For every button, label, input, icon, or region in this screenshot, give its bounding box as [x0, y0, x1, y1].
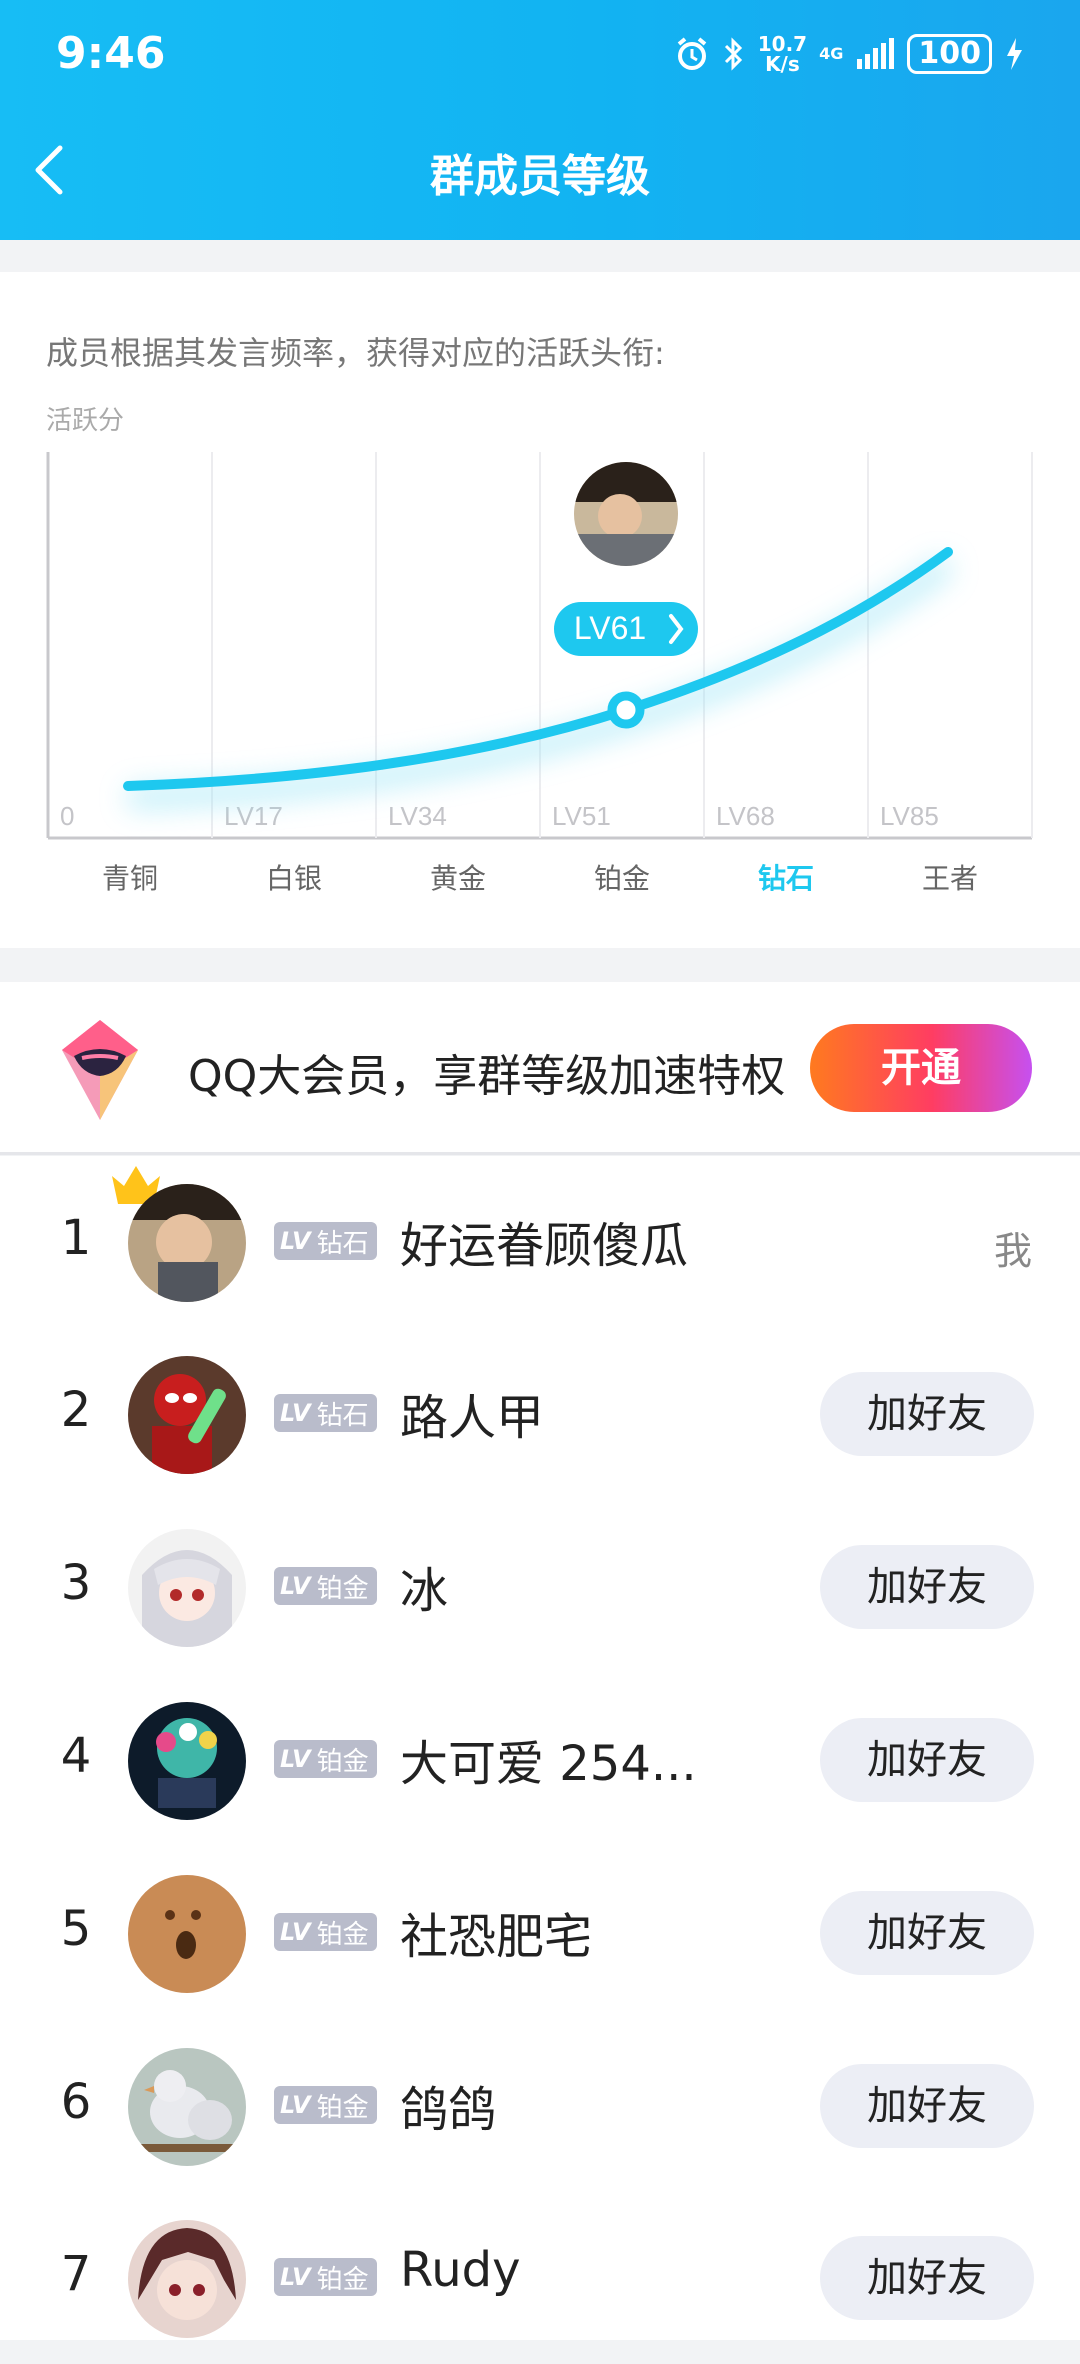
page-title: 群成员等级	[430, 151, 650, 202]
member-row[interactable]: 2 LV 钻石 路人甲 加好友	[0, 1328, 1080, 1500]
chart-threshold-label: LV17	[224, 801, 283, 831]
member-rank: 1	[60, 1210, 92, 1266]
avatar	[128, 1184, 246, 1302]
member-row[interactable]: 5 LV 铂金 社恐肥宅 加好友	[0, 1847, 1080, 2019]
chart-tier-label: 黄金	[430, 863, 486, 894]
avatar	[128, 1356, 246, 1474]
member-name: 大可爱 254...	[400, 1736, 697, 1792]
header-bar: 9:46 10.7 K/s 4G 100 群成员等级	[0, 0, 1080, 240]
vip-diamond-icon	[62, 1020, 138, 1120]
chart-tier-label: 王者	[922, 863, 978, 894]
member-name: 冰	[400, 1563, 449, 1619]
avatar	[128, 2220, 246, 2338]
level-badge: LV 钻石	[274, 1394, 377, 1432]
network-speed: 10.7 K/s	[757, 32, 808, 76]
current-level-marker[interactable]: LV61	[554, 462, 698, 729]
battery-indicator: 100	[907, 34, 992, 74]
avatar	[128, 1875, 246, 1993]
chart-threshold-label: LV34	[388, 801, 447, 831]
member-rank: 4	[60, 1728, 92, 1784]
vip-open-button[interactable]: 开通	[810, 1024, 1032, 1112]
me-label: 我	[994, 1229, 1033, 1273]
member-row[interactable]: 3 LV 铂金 冰 加好友	[0, 1501, 1080, 1673]
level-badge: LV 铂金	[274, 2258, 377, 2296]
member-rank: 6	[60, 2074, 92, 2130]
add-friend-button[interactable]: 加好友	[820, 1718, 1034, 1802]
member-name: Rudy	[400, 2242, 521, 2298]
add-friend-button[interactable]: 加好友	[820, 1545, 1034, 1629]
member-list: 1 LV 钻石 好运眷顾傻瓜 我 2 LV 钻石 路人甲 加好友 3 LV 铂金…	[0, 1156, 1080, 2340]
bluetooth-icon	[724, 37, 742, 71]
avatar	[128, 2048, 246, 2166]
chart-threshold-label: LV51	[552, 801, 611, 831]
current-level-dot	[607, 691, 645, 729]
member-rank: 5	[60, 1901, 92, 1957]
divider	[0, 1152, 1080, 1155]
chart-threshold-label: LV68	[716, 801, 775, 831]
chart-tier-label: 钻石	[758, 863, 814, 894]
level-badge: LV 铂金	[274, 1913, 377, 1951]
member-name: 鸽鸽	[400, 2082, 497, 2138]
chart-threshold-label: LV85	[880, 801, 939, 831]
member-rank: 2	[60, 1382, 92, 1438]
member-name: 好运眷顾傻瓜	[400, 1218, 689, 1274]
add-friend-button[interactable]: 加好友	[820, 1372, 1034, 1456]
signal-icon	[857, 38, 895, 69]
member-row[interactable]: 4 LV 铂金 大可爱 254... 加好友	[0, 1674, 1080, 1846]
add-friend-button[interactable]: 加好友	[820, 2236, 1034, 2320]
chart-threshold-label: 0	[60, 801, 74, 831]
member-row[interactable]: 6 LV 铂金 鸽鸽 加好友	[0, 2020, 1080, 2192]
member-row[interactable]: 1 LV 钻石 好运眷顾傻瓜 我	[0, 1156, 1080, 1328]
level-badge: LV 铂金	[274, 1740, 377, 1778]
member-name: 路人甲	[400, 1390, 545, 1446]
status-time: 9:46	[56, 28, 166, 79]
level-badge: LV 铂金	[274, 2086, 377, 2124]
member-name: 社恐肥宅	[400, 1909, 593, 1965]
level-pill-label: LV61	[574, 610, 646, 646]
chart-tier-label: 白银	[266, 863, 322, 894]
member-rank: 7	[60, 2246, 92, 2302]
chart-tier-label: 铂金	[594, 863, 650, 894]
chart-tier-labels: 青铜 白银 黄金 铂金 钻石 王者	[102, 863, 978, 894]
member-rank: 3	[60, 1555, 92, 1611]
add-friend-button[interactable]: 加好友	[820, 2064, 1034, 2148]
chart-curve-glow	[127, 555, 954, 808]
alarm-icon	[677, 37, 707, 70]
add-friend-button[interactable]: 加好友	[820, 1891, 1034, 1975]
level-badge: LV 铂金	[274, 1567, 377, 1605]
network-type: 4G	[819, 44, 844, 63]
level-chart: 青铜 白银 黄金 铂金 钻石 王者 0 LV17 LV34 LV51 LV68 LV85 LV61	[46, 452, 1033, 894]
chart-threshold-labels: 0 LV17 LV34 LV51 LV68 LV85	[60, 801, 939, 831]
level-chart-card: 成员根据其发言频率，获得对应的活跃头衔: 活跃分 青铜 白银 黄金 铂金 钻石 王者 0L…	[0, 272, 1080, 948]
chart-tier-label: 青铜	[102, 863, 158, 894]
avatar	[128, 1529, 246, 1647]
member-row[interactable]: 7 LV 铂金 Rudy 加好友	[0, 2192, 1080, 2364]
avatar	[128, 1702, 246, 1820]
status-icons: 10.7 K/s 4G 100	[674, 30, 1024, 78]
charging-icon	[1007, 38, 1022, 70]
level-badge: LV 钻石	[274, 1222, 377, 1260]
vip-promo-card: QQ大会员，享群等级加速特权 开通	[0, 982, 1080, 1154]
vip-promo-text: QQ大会员，享群等级加速特权	[188, 1051, 786, 1102]
